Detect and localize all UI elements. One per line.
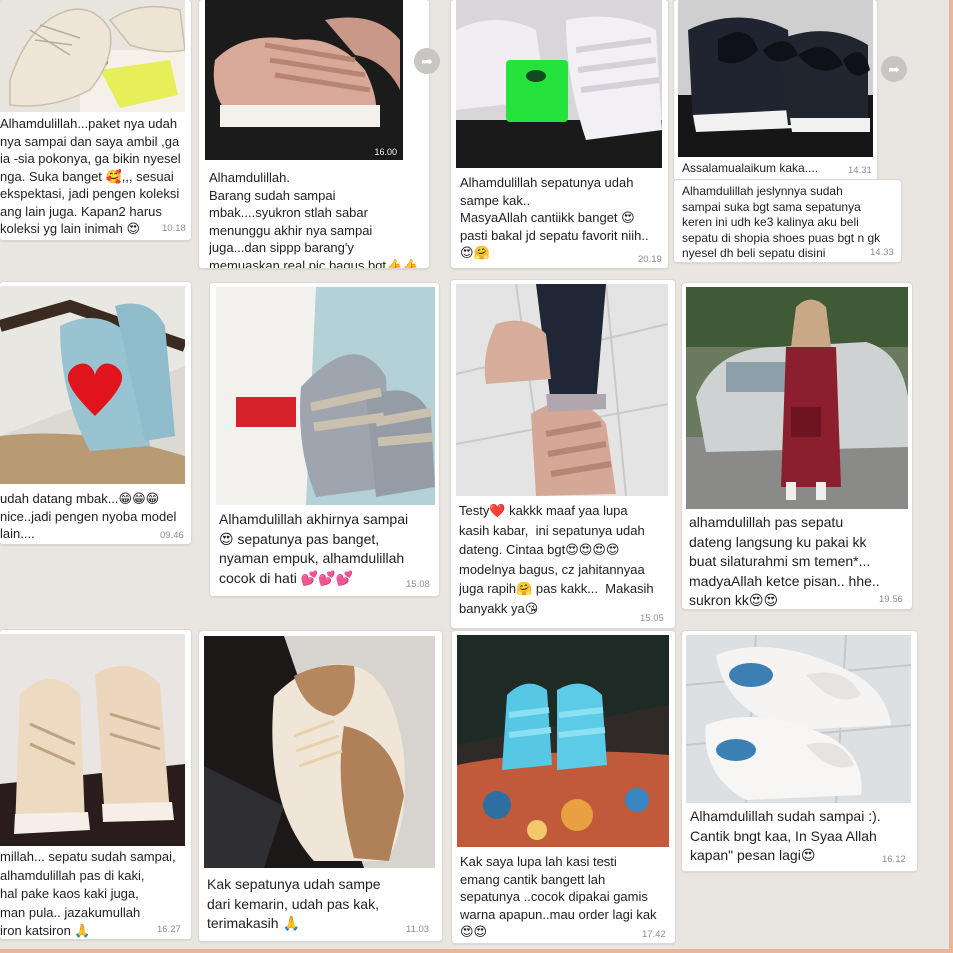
pink-platform-shoe-photo[interactable]: 16.00	[205, 0, 403, 160]
testimonial-card-9: alhamdulillah pas sepatu dateng langsung…	[682, 283, 912, 609]
testimonial-caption: Kak sepatunya udah sampe dari kemarin, u…	[207, 876, 381, 931]
beige-lace-shoe-photo[interactable]	[0, 634, 185, 846]
white-velcro-shoe-photo[interactable]	[456, 0, 662, 168]
grey-velcro-shoe-photo[interactable]	[216, 287, 435, 505]
white-knot-slipon-photo[interactable]	[686, 635, 911, 803]
share-arrow-icon[interactable]: ➦	[881, 56, 907, 82]
testimonial-caption: Alhamdulillah sepatunya udah sampe kak..…	[460, 175, 649, 260]
testimonial-caption: Assalamualaikum kaka....	[682, 161, 819, 175]
message-timestamp: 17.42	[642, 929, 666, 940]
testimonial-card-11: Kak sepatunya udah sampe dari kemarin, u…	[199, 631, 442, 941]
testimonial-card-13: Alhamdulillah sudah sampai :). Cantik bn…	[682, 631, 917, 871]
testimonial-caption: Alhamdulillah jeslynnya sudah sampai suk…	[682, 184, 881, 260]
message-timestamp: 14.31	[848, 165, 872, 176]
cream-sneaker-photo[interactable]	[0, 0, 185, 112]
testimonial-card-4: Assalamualaikum kaka.... 14.31	[674, 0, 877, 180]
grey-velcro-shoe-image	[216, 287, 435, 505]
brown-oxford-shoe-image	[204, 636, 435, 868]
frame-bottom-edge	[0, 949, 953, 953]
woman-with-car-image	[686, 287, 908, 509]
white-velcro-shoe-image	[456, 0, 662, 168]
message-timestamp: 16.12	[882, 854, 906, 865]
nude-velcro-shoe-worn-photo[interactable]	[456, 284, 668, 496]
testimonial-card-7: Alhamdulillah akhirnya sampai 😍 sepatuny…	[210, 283, 439, 596]
testimonial-card-12: Kak saya lupa lah kasi testi emang canti…	[452, 631, 675, 943]
nude-velcro-shoe-worn-image	[456, 284, 668, 496]
black-bow-shoe-photo[interactable]	[678, 0, 873, 157]
message-timestamp: 15.08	[406, 579, 430, 590]
cream-sneaker-image	[0, 0, 185, 112]
testimonial-caption: Alhamdulillah akhirnya sampai 😍 sepatuny…	[219, 511, 409, 586]
testimonial-caption: Alhamdulillah...paket nya udah nya sampa…	[0, 116, 181, 236]
brown-oxford-shoe-photo[interactable]	[204, 636, 435, 868]
testimonial-card-10: millah... sepatu sudah sampai, alhamduli…	[0, 630, 191, 939]
light-blue-shoe-photo[interactable]	[457, 635, 669, 847]
blue-shoe-with-heart-photo[interactable]	[0, 286, 185, 484]
testimonial-card-1: Alhamdulillah...paket nya udah nya sampa…	[0, 0, 191, 240]
message-timestamp: 10.18	[162, 223, 186, 234]
message-timestamp: 15.05	[640, 613, 664, 624]
testimonial-caption: udah datang mbak...😁😁😁 nice..jadi pengen…	[0, 491, 177, 541]
testimonial-card-8: Testy❤️ kakkk maaf yaa lupa kasih kabar,…	[451, 280, 675, 628]
photo-timestamp: 16.00	[374, 147, 397, 157]
beige-lace-shoe-image	[0, 634, 185, 846]
testimonial-card-6: udah datang mbak...😁😁😁 nice..jadi pengen…	[0, 282, 191, 544]
testimonial-card-5: Alhamdulillah jeslynnya sudah sampai suk…	[674, 180, 901, 262]
testimonial-card-2: 16.00 Alhamdulillah. Barang sudah sampai…	[199, 0, 429, 268]
message-timestamp: 16.27	[157, 924, 181, 935]
testimonial-caption: Kak saya lupa lah kasi testi emang canti…	[460, 854, 657, 939]
message-timestamp: 11.03	[406, 924, 430, 935]
blue-shoe-with-heart-image	[0, 286, 185, 484]
testimonial-caption: Alhamdulillah. Barang sudah sampai mbak.…	[209, 170, 419, 268]
message-timestamp: 09.46	[160, 530, 184, 541]
woman-with-car-photo[interactable]	[686, 287, 908, 509]
light-blue-shoe-image	[457, 635, 669, 847]
message-timestamp: 19.56	[879, 594, 903, 605]
message-timestamp: 20.19	[638, 254, 662, 265]
frame-right-edge	[949, 0, 953, 953]
white-knot-slipon-image	[686, 635, 911, 803]
message-timestamp: 14.33	[870, 247, 894, 258]
share-arrow-icon[interactable]: ➦	[414, 48, 440, 74]
testimonial-caption: Testy❤️ kakkk maaf yaa lupa kasih kabar,…	[459, 503, 654, 616]
pink-platform-shoe-image	[205, 0, 403, 160]
testimonial-caption: alhamdulillah pas sepatu dateng langsung…	[689, 514, 880, 608]
black-bow-shoe-image	[678, 0, 873, 157]
testimonial-card-3: Alhamdulillah sepatunya udah sampe kak..…	[451, 0, 668, 268]
